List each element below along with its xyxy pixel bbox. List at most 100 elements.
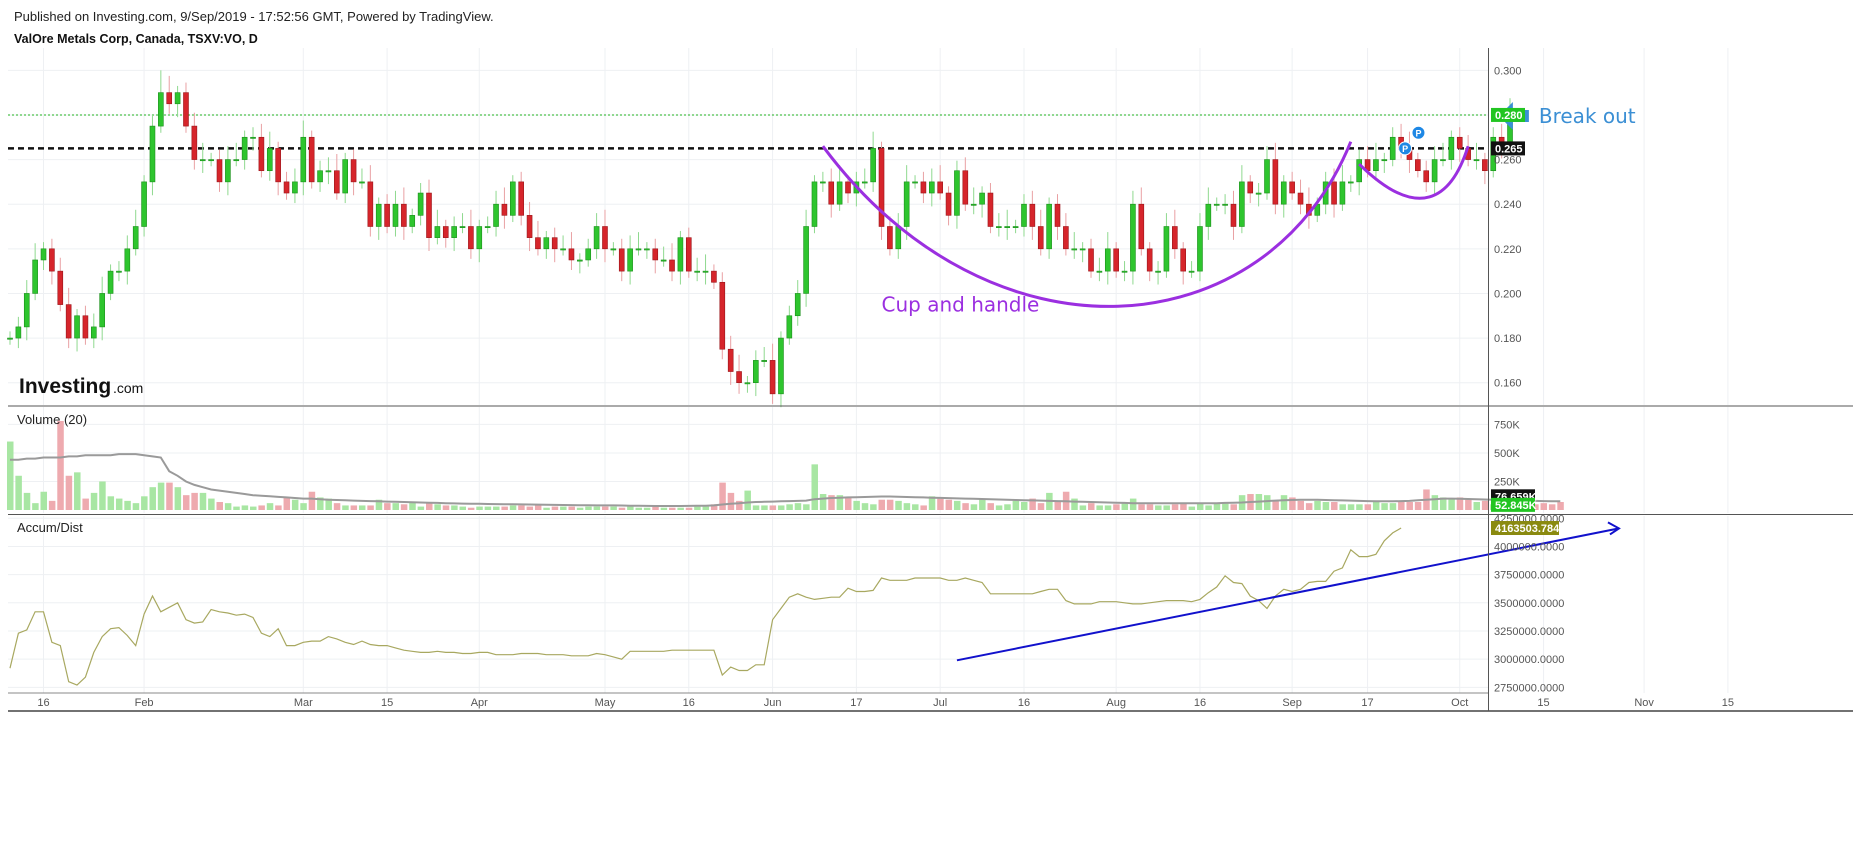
x-axis-tick: Oct <box>1451 697 1468 709</box>
candle-body <box>861 181 868 184</box>
volume-bar <box>1272 500 1279 510</box>
marker-label: P <box>1402 144 1408 154</box>
candle-body <box>543 237 550 250</box>
volume-axis-tick: 500K <box>1494 448 1520 460</box>
volume-bar <box>1347 504 1355 510</box>
candle-body <box>1222 203 1228 206</box>
volume-bar <box>652 506 659 510</box>
volume-bar <box>920 505 927 510</box>
chart-canvas[interactable]: Break out Cup and handle PP 0.3000.2800.… <box>0 0 1853 844</box>
candle-body <box>1113 248 1119 272</box>
volume-bar <box>15 475 22 510</box>
candle-body <box>937 181 943 194</box>
x-axis-tick: Sep <box>1282 697 1302 709</box>
marker-p-icon[interactable]: P <box>1411 125 1426 140</box>
candle-body <box>794 293 801 317</box>
x-axis-tick: Apr <box>471 697 488 709</box>
volume-bar <box>1096 505 1103 510</box>
volume-bar <box>141 496 148 510</box>
candle-body <box>459 226 466 229</box>
volume-bar <box>1071 498 1078 510</box>
volume-bar <box>233 506 240 510</box>
volume-bar <box>526 506 534 510</box>
volume-bar <box>442 505 450 510</box>
volume-bar <box>627 506 634 510</box>
volume-bar <box>1004 504 1011 510</box>
x-axis-labels: 16 Feb Mar 15 Apr May 16 Jun 17 Jul 16 Aug 16 Sep 17 Oc… <box>37 697 1734 709</box>
volume-bar <box>1540 503 1548 510</box>
candle-body <box>535 237 541 250</box>
candle-body <box>652 248 659 261</box>
volume-bar <box>1448 498 1455 510</box>
volume-bar <box>1188 506 1196 510</box>
volume-bar <box>1389 503 1397 510</box>
candle-body <box>233 159 240 162</box>
volume-bar <box>1129 498 1137 510</box>
candle-body <box>1088 248 1094 272</box>
volume-bar <box>1037 503 1045 510</box>
volume-bar <box>115 498 123 510</box>
volume-bar <box>1155 505 1162 510</box>
ad-axis-tick: 2750000.0000 <box>1494 682 1564 694</box>
candle-body <box>1264 159 1270 194</box>
volume-bar <box>786 504 793 510</box>
volume-axis-tick: 250K <box>1494 476 1520 488</box>
candle-body <box>275 148 281 183</box>
candle-body <box>359 181 365 184</box>
volume-bar <box>1121 503 1129 510</box>
candle-body <box>1415 159 1421 172</box>
volume-bar <box>493 506 500 510</box>
volume-bar <box>1280 495 1288 510</box>
candle-body <box>91 326 97 339</box>
volume-bar <box>1230 504 1237 510</box>
volume-bar <box>417 506 425 510</box>
volume-bar <box>191 492 198 510</box>
x-axis-tick: 15 <box>381 697 393 709</box>
candle-body <box>476 226 483 250</box>
volume-bar <box>350 505 358 510</box>
candle-body <box>694 270 700 273</box>
volume-bar <box>275 505 282 510</box>
candle-body <box>300 136 307 183</box>
candle-body <box>1138 203 1145 250</box>
cup-annotation: Cup and handle <box>882 292 1040 316</box>
accum-dist-pane-title: Accum/Dist <box>17 520 83 535</box>
volume-bar <box>1297 500 1305 510</box>
volume-bar <box>886 499 894 510</box>
breakout-annotation: Break out <box>1539 104 1636 128</box>
candle-body <box>1272 159 1279 205</box>
candle-body <box>954 170 960 216</box>
volume-bar <box>1473 502 1480 510</box>
candle-body <box>1096 270 1103 273</box>
volume-bar <box>308 491 316 510</box>
volume-bar <box>65 475 73 510</box>
volume-bar <box>551 506 559 510</box>
candle-body <box>191 125 198 160</box>
candle-body <box>241 136 248 160</box>
candle-body <box>1021 203 1027 227</box>
price-axis-tick: 0.300 <box>1494 65 1522 77</box>
candle-body <box>1280 181 1287 205</box>
ad-axis-tick: 4000000.0000 <box>1494 541 1564 553</box>
candle-body <box>1289 181 1295 194</box>
volume-bar <box>40 491 48 510</box>
volume-bar <box>1339 504 1346 510</box>
volume-bar <box>702 506 710 510</box>
marker-p-icon[interactable]: P <box>1398 141 1413 156</box>
volume-bar <box>266 503 274 510</box>
candle-body <box>166 92 173 105</box>
candle-body <box>1063 226 1069 250</box>
volume-bar <box>819 494 827 510</box>
candle-body <box>124 248 131 272</box>
volume-bar <box>509 505 517 510</box>
candle-body <box>1389 136 1396 160</box>
volume-bar <box>1104 505 1112 510</box>
volume-bar <box>74 472 81 510</box>
volume-bar <box>300 503 307 510</box>
candle-body <box>501 203 508 216</box>
candle-body <box>987 192 994 227</box>
candle-body <box>57 270 64 305</box>
x-axis-tick: Feb <box>135 697 154 709</box>
candle-body <box>334 170 340 194</box>
volume-bar <box>660 507 668 510</box>
